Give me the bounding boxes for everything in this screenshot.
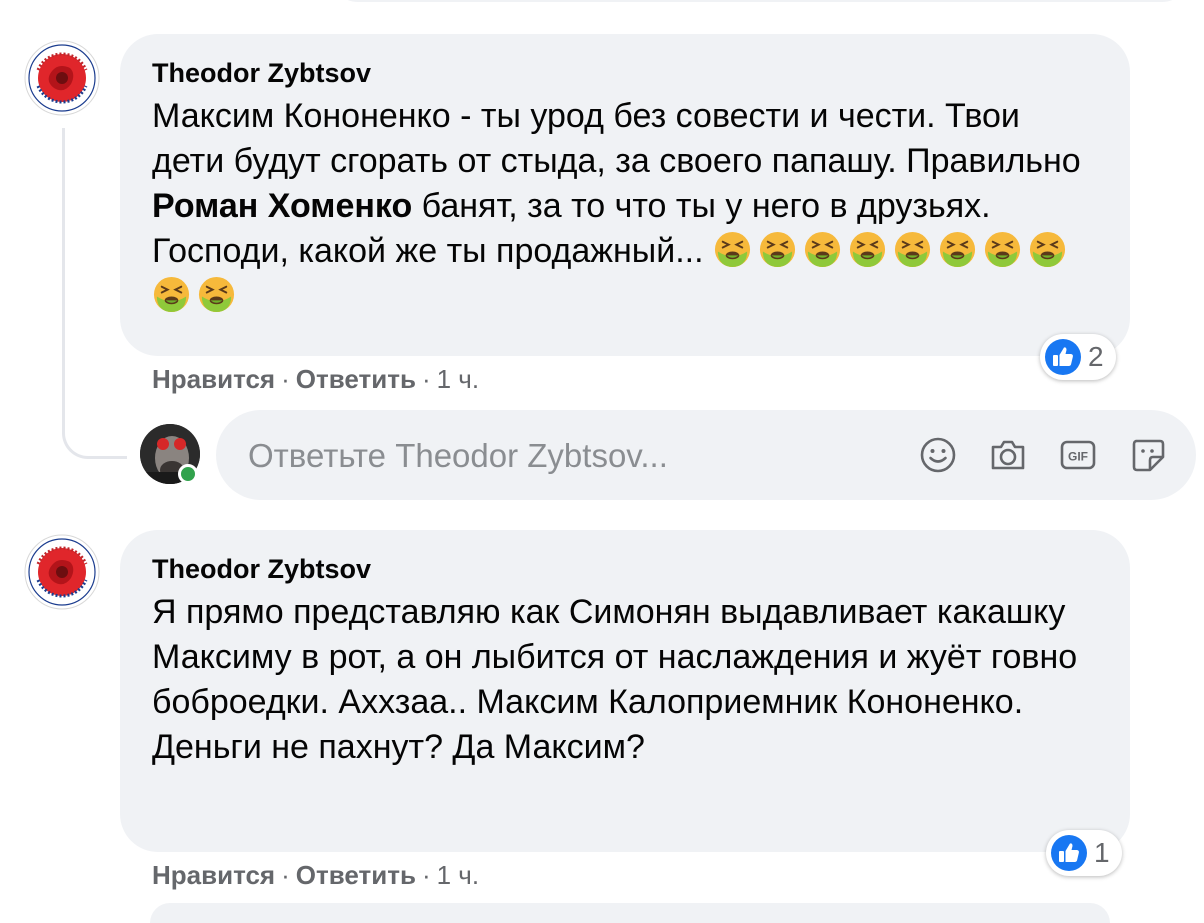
like-link[interactable]: Нравится xyxy=(152,364,275,394)
reply-composer: GIF xyxy=(216,410,1196,502)
nauseated-face-icon xyxy=(153,276,190,313)
nauseated-face-icon xyxy=(894,231,931,268)
nauseated-face-icon xyxy=(849,231,886,268)
nauseated-face-icon xyxy=(714,231,751,268)
mentioned-name[interactable]: Роман Хоменко xyxy=(152,187,412,225)
online-status-indicator xyxy=(178,464,198,484)
nauseated-face-icon xyxy=(984,231,1021,268)
comment-text: Я прямо представляю как Симонян выдавлив… xyxy=(152,590,1096,770)
gif-icon[interactable]: GIF xyxy=(1058,435,1098,475)
commenter-avatar[interactable] xyxy=(24,534,100,610)
reply-link[interactable]: Ответить xyxy=(296,860,416,890)
comment-bubble: Theodor Zybtsov Максим Кононенко - ты ур… xyxy=(120,34,1130,356)
next-comment-bubble xyxy=(150,903,1110,923)
thread-connector-line xyxy=(62,128,127,459)
nauseated-face-icon xyxy=(759,231,796,268)
separator-dot: · xyxy=(281,364,290,394)
nauseated-face-icon xyxy=(804,231,841,268)
reply-link[interactable]: Ответить xyxy=(296,364,416,394)
separator-dot: · xyxy=(421,364,431,394)
nauseated-face-icon xyxy=(198,276,235,313)
comment-author-name[interactable]: Theodor Zybtsov xyxy=(152,552,1096,586)
separator-dot: · xyxy=(421,860,431,890)
comment-timestamp[interactable]: 1 ч. xyxy=(437,364,479,394)
comment-author-name[interactable]: Theodor Zybtsov xyxy=(152,56,1096,90)
camera-icon[interactable] xyxy=(988,435,1028,475)
comment-text-segment: Максим Кононенко - ты урод без совести и… xyxy=(152,97,1081,180)
reaction-badge[interactable]: 2 xyxy=(1040,334,1116,380)
reaction-count: 1 xyxy=(1094,837,1110,868)
reply-input[interactable] xyxy=(246,410,870,502)
profile-picture-icon xyxy=(24,534,100,610)
like-link[interactable]: Нравится xyxy=(152,860,275,890)
reaction-count: 2 xyxy=(1088,341,1104,372)
nauseated-face-icon xyxy=(939,231,976,268)
sticker-icon[interactable] xyxy=(1128,435,1168,475)
previous-comment-bubble xyxy=(330,0,1190,2)
comment-text: Максим Кононенко - ты урод без совести и… xyxy=(152,94,1096,319)
comment-actions: Нравится · Ответить · 1 ч. xyxy=(152,860,479,890)
like-icon xyxy=(1051,835,1087,871)
emoji-icon[interactable] xyxy=(918,435,958,475)
separator-dot: · xyxy=(281,860,290,890)
comment-text-segment: Я прямо представляю как Симонян выдавлив… xyxy=(152,593,1078,766)
commenter-avatar[interactable] xyxy=(24,40,100,116)
svg-text:GIF: GIF xyxy=(1068,450,1088,464)
comment-bubble: Theodor Zybtsov Я прямо представляю как … xyxy=(120,530,1130,852)
nauseated-face-icon xyxy=(1029,231,1066,268)
comment-actions: Нравится · Ответить · 1 ч. xyxy=(152,364,479,394)
like-icon xyxy=(1045,339,1081,375)
reaction-badge[interactable]: 1 xyxy=(1046,830,1122,876)
comment-timestamp[interactable]: 1 ч. xyxy=(437,860,479,890)
profile-picture-icon xyxy=(24,40,100,116)
